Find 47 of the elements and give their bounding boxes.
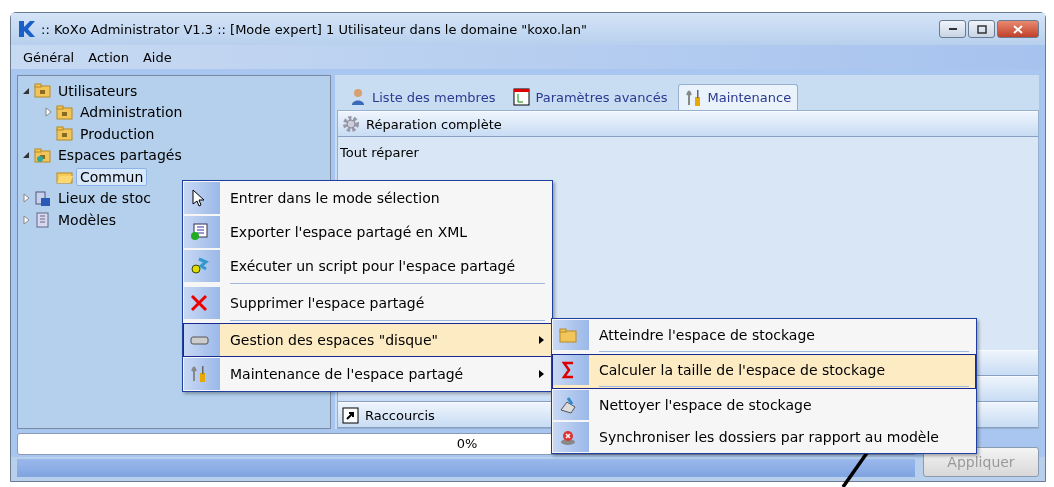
window-title: :: KoXo Administrator V1.3 :: [Mode expert] 1 Utilisateur dans le domaine "koxo.lan" <box>41 21 588 37</box>
menu-item[interactable]: Général <box>19 47 79 67</box>
tree-item[interactable]: Espaces partagés <box>54 146 186 165</box>
maximize-icon <box>976 24 987 34</box>
person-icon <box>350 88 367 106</box>
tab[interactable]: Liste des membres <box>343 84 503 110</box>
tree-item[interactable]: Administration <box>76 103 187 122</box>
expand-arrow-icon[interactable] <box>22 214 31 225</box>
menu-item[interactable]: Maintenance de l'espace partagé <box>183 357 552 391</box>
tab[interactable]: Paramètres avancés <box>506 84 675 110</box>
submenu-arrow-icon <box>538 335 545 345</box>
menu-item[interactable]: Action <box>84 47 133 67</box>
broom-icon <box>558 395 578 415</box>
menu-item[interactable]: Gestion des espaces "disque" <box>183 323 552 357</box>
minimize-icon <box>947 27 958 31</box>
menu-item[interactable]: Nettoyer l'espace de stockage <box>552 389 976 421</box>
menu-item[interactable]: Supprimer l'espace partagé <box>183 286 552 323</box>
menu-item[interactable]: Atteindre l'espace de stockage <box>552 319 976 354</box>
diagram-icon <box>513 88 531 106</box>
maximize-button[interactable] <box>968 20 995 38</box>
close-button[interactable] <box>997 20 1039 38</box>
close-icon <box>1013 24 1023 34</box>
tree-item[interactable]: Production <box>76 124 159 143</box>
tree-item[interactable]: Utilisateurs <box>54 81 142 100</box>
export-icon <box>189 222 209 242</box>
menu-item[interactable]: Aide <box>138 47 176 67</box>
section-header[interactable]: Réparation complète <box>338 111 1038 137</box>
logo-icon <box>17 19 37 39</box>
tree-item[interactable]: Commun <box>76 167 148 186</box>
gear-icon <box>342 115 360 133</box>
menu-item[interactable]: Exécuter un script pour l'espace partagé <box>183 249 552 286</box>
collapse-arrow-icon[interactable] <box>22 150 31 161</box>
menu-item[interactable]: Exporter l'espace partagé en XML <box>183 215 552 249</box>
tools-icon <box>685 88 703 107</box>
shortcut-icon <box>342 406 359 424</box>
menu-item[interactable]: Calculer la taille de l'espace de stockage <box>552 354 976 389</box>
delete-icon <box>189 293 209 313</box>
progress-label: 0% <box>456 436 478 451</box>
menu-item[interactable]: Entrer dans le mode sélection <box>183 181 552 215</box>
tree-item[interactable]: Lieux de stoc <box>54 189 155 208</box>
expand-arrow-icon[interactable] <box>44 107 53 118</box>
minimize-button[interactable] <box>939 20 966 38</box>
tree-item[interactable]: Modèles <box>54 210 120 229</box>
section-text: Tout réparer <box>339 144 420 162</box>
expand-arrow-icon[interactable] <box>22 193 31 204</box>
tab[interactable]: Maintenance <box>678 84 799 110</box>
submenu-arrow-icon <box>538 369 545 379</box>
